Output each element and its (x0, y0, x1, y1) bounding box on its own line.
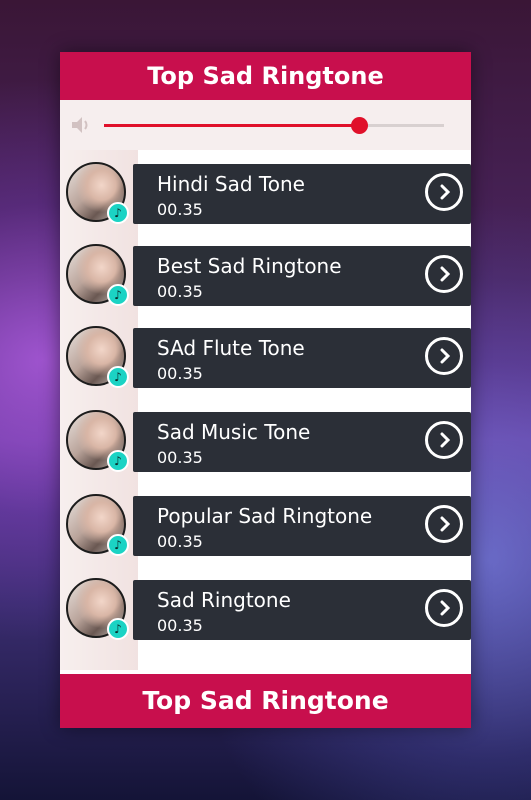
ringtone-title: Hindi Sad Tone (157, 172, 305, 196)
ringtone-row[interactable]: ♪ Hindi Sad Tone 00.35 (60, 162, 471, 224)
music-note-icon: ♪ (107, 534, 129, 556)
play-arrow-button[interactable] (425, 337, 463, 375)
volume-slider-fill (104, 124, 359, 127)
play-arrow-button[interactable] (425, 505, 463, 543)
ringtone-title: Sad Ringtone (157, 588, 291, 612)
ringtone-row[interactable]: ♪ Popular Sad Ringtone 00.35 (60, 494, 471, 556)
music-note-icon: ♪ (107, 366, 129, 388)
volume-slider-thumb[interactable] (351, 117, 368, 134)
ringtone-row[interactable]: ♪ Sad Music Tone 00.35 (60, 410, 471, 472)
chevron-right-icon (440, 266, 451, 282)
music-note-icon: ♪ (107, 202, 129, 224)
ringtone-title: Sad Music Tone (157, 420, 311, 444)
ringtone-title: Best Sad Ringtone (157, 254, 342, 278)
ringtone-duration: 00.35 (157, 364, 203, 383)
music-note-icon: ♪ (107, 618, 129, 640)
ringtone-bar[interactable]: Sad Ringtone 00.35 (133, 580, 471, 640)
speaker-icon[interactable] (70, 114, 92, 136)
ringtone-bar[interactable]: Hindi Sad Tone 00.35 (133, 164, 471, 224)
play-arrow-button[interactable] (425, 255, 463, 293)
ringtone-bar[interactable]: SAd Flute Tone 00.35 (133, 328, 471, 388)
chevron-right-icon (440, 184, 451, 200)
ringtone-row[interactable]: ♪ Best Sad Ringtone 00.35 (60, 244, 471, 306)
ringtone-title: SAd Flute Tone (157, 336, 305, 360)
ringtone-row[interactable]: ♪ SAd Flute Tone 00.35 (60, 326, 471, 388)
chevron-right-icon (440, 348, 451, 364)
ringtone-bar[interactable]: Best Sad Ringtone 00.35 (133, 246, 471, 306)
ringtone-bar[interactable]: Popular Sad Ringtone 00.35 (133, 496, 471, 556)
ringtone-duration: 00.35 (157, 282, 203, 301)
ringtone-bar[interactable]: Sad Music Tone 00.35 (133, 412, 471, 472)
footer-title: Top Sad Ringtone (60, 674, 471, 728)
ringtone-row[interactable]: ♪ Sad Ringtone 00.35 (60, 578, 471, 640)
chevron-right-icon (440, 432, 451, 448)
play-arrow-button[interactable] (425, 421, 463, 459)
app-card: Top Sad Ringtone ♪ Hindi Sad Tone 00.35 (60, 52, 471, 728)
play-arrow-button[interactable] (425, 589, 463, 627)
play-arrow-button[interactable] (425, 173, 463, 211)
music-note-icon: ♪ (107, 450, 129, 472)
chevron-right-icon (440, 600, 451, 616)
ringtone-duration: 00.35 (157, 532, 203, 551)
volume-slider[interactable] (104, 117, 444, 134)
volume-bar (60, 100, 471, 150)
ringtone-duration: 00.35 (157, 616, 203, 635)
ringtone-duration: 00.35 (157, 200, 203, 219)
music-note-icon: ♪ (107, 284, 129, 306)
chevron-right-icon (440, 516, 451, 532)
ringtone-duration: 00.35 (157, 448, 203, 467)
header-title: Top Sad Ringtone (60, 52, 471, 100)
ringtone-title: Popular Sad Ringtone (157, 504, 373, 528)
